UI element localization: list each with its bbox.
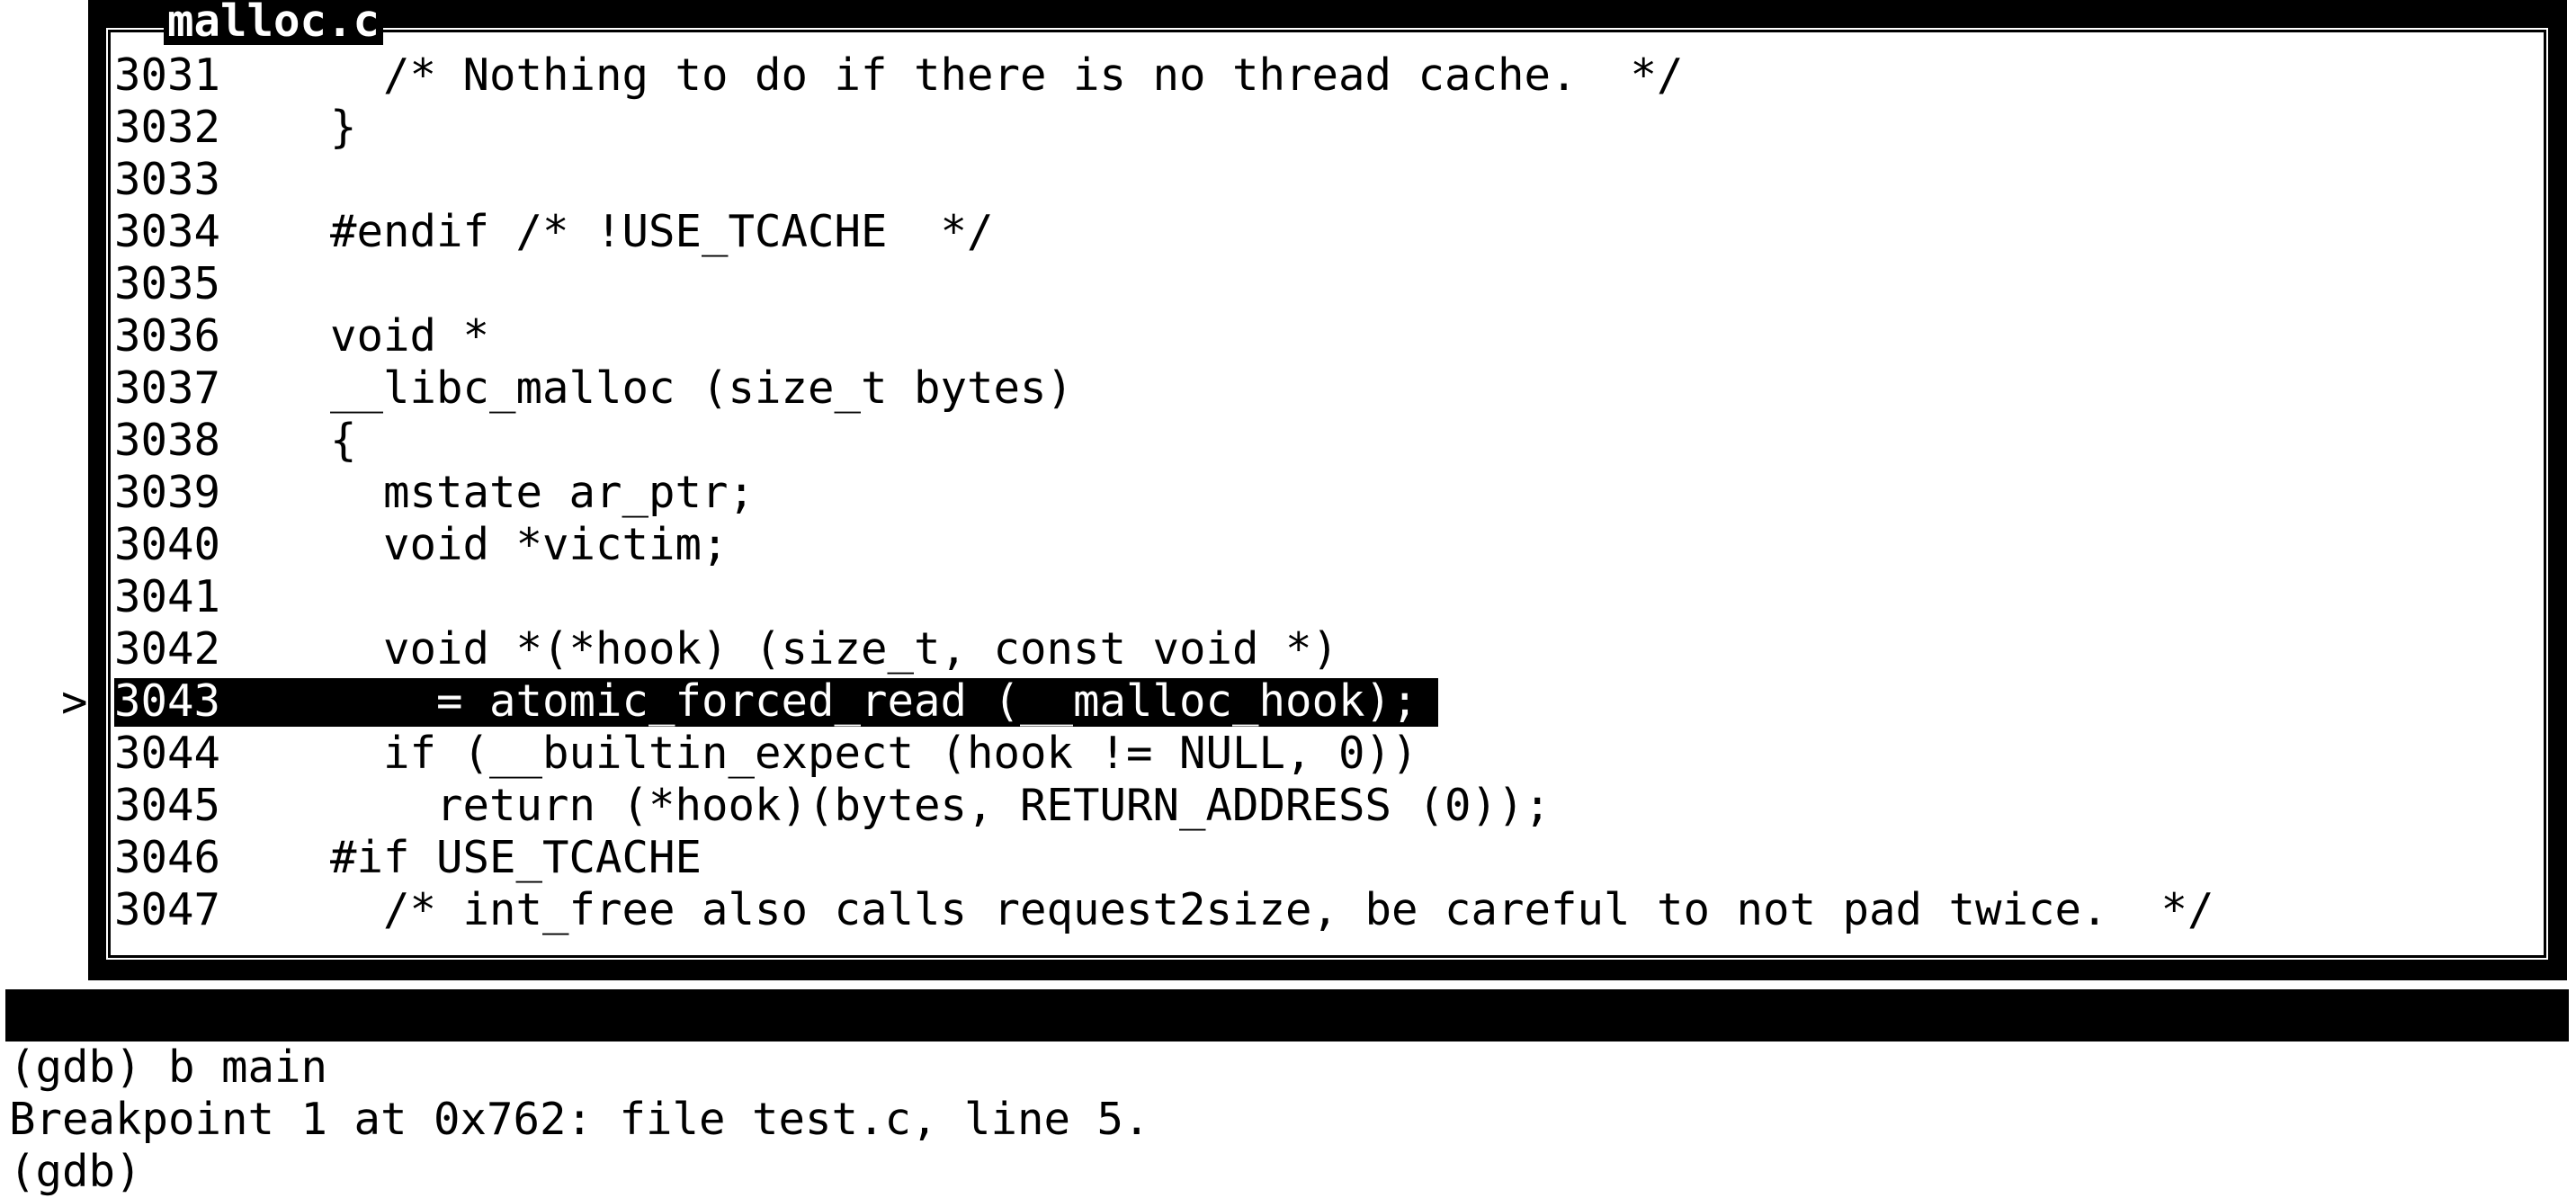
- line-code: void *victim;: [330, 519, 729, 570]
- line-number: 3032: [114, 102, 221, 153]
- source-line: 3046 #if USE_TCACHE: [114, 832, 2543, 884]
- line-code: if (__builtin_expect (hook != NULL, 0)): [330, 728, 1418, 779]
- gdb-output-line: Breakpoint 1 at 0x762: file test.c, line…: [9, 1094, 1150, 1145]
- source-line: 3033: [114, 154, 2543, 206]
- line-code: /* int_free also calls request2size, be …: [330, 884, 2214, 935]
- source-line: 3038 {: [114, 415, 2543, 467]
- line-code: return (*hook)(bytes, RETURN_ADDRESS (0)…: [330, 780, 1552, 831]
- line-number: 3033: [114, 154, 221, 205]
- line-number: 3039: [114, 467, 221, 518]
- gdb-prompt[interactable]: (gdb): [9, 1146, 2563, 1198]
- line-number: 3041: [114, 571, 221, 622]
- line-code: mstate ar_ptr;: [330, 467, 756, 518]
- source-line: 3042 void *(*hook) (size_t, const void *…: [114, 623, 2543, 675]
- source-line: 3044 if (__builtin_expect (hook != NULL,…: [114, 728, 2543, 780]
- line-code: #endif /* !USE_TCACHE */: [330, 206, 994, 257]
- line-number: 3042: [114, 623, 221, 675]
- line-code: void *(*hook) (size_t, const void *): [330, 623, 1339, 675]
- status-bar: native process 2263 In: __GI___libc_mall…: [5, 989, 2569, 1145]
- line-number: 3036: [114, 310, 221, 362]
- source-line: 3040 void *victim;: [114, 519, 2543, 571]
- line-code: }: [330, 102, 357, 153]
- source-line: 3036 void *: [114, 310, 2543, 362]
- gdb-command-line: (gdb) b main: [9, 1042, 328, 1093]
- line-number: 3038: [114, 415, 221, 466]
- line-number: 3044: [114, 728, 221, 779]
- line-code: void *: [330, 310, 490, 362]
- line-number: 3046: [114, 832, 221, 883]
- source-line: 3031 /* Nothing to do if there is no thr…: [114, 49, 2543, 102]
- source-line: 3035: [114, 258, 2543, 310]
- current-source-line: 3043 = atomic_forced_read (__malloc_hook…: [114, 675, 2543, 728]
- current-line-marker: >: [61, 676, 88, 728]
- source-line: 3045 return (*hook)(bytes, RETURN_ADDRES…: [114, 780, 2543, 832]
- line-number: 3035: [114, 258, 221, 309]
- line-code: {: [330, 415, 357, 466]
- line-number: 3047: [114, 884, 221, 935]
- source-file-title: malloc.c: [164, 0, 384, 45]
- line-number: 3037: [114, 362, 221, 414]
- line-code: __libc_malloc (size_t bytes): [330, 362, 1074, 414]
- line-number: 3040: [114, 519, 221, 570]
- source-line: 3047 /* int_free also calls request2size…: [114, 884, 2543, 936]
- source-line: 3039 mstate ar_ptr;: [114, 467, 2543, 519]
- line-number: 3045: [114, 780, 221, 831]
- line-code: #if USE_TCACHE: [330, 832, 702, 883]
- source-lines: 3031 /* Nothing to do if there is no thr…: [114, 49, 2543, 936]
- source-line: 3034 #endif /* !USE_TCACHE */: [114, 206, 2543, 258]
- line-code: /* Nothing to do if there is no thread c…: [330, 49, 1684, 101]
- source-line: 3032}: [114, 102, 2543, 154]
- line-number: 3034: [114, 206, 221, 257]
- line-number: 3043: [114, 675, 221, 727]
- source-line: 3041: [114, 571, 2543, 623]
- line-code: = atomic_forced_read (__malloc_hook);: [330, 675, 1418, 727]
- line-number: 3031: [114, 49, 221, 101]
- source-line: 3037 __libc_malloc (size_t bytes): [114, 362, 2543, 415]
